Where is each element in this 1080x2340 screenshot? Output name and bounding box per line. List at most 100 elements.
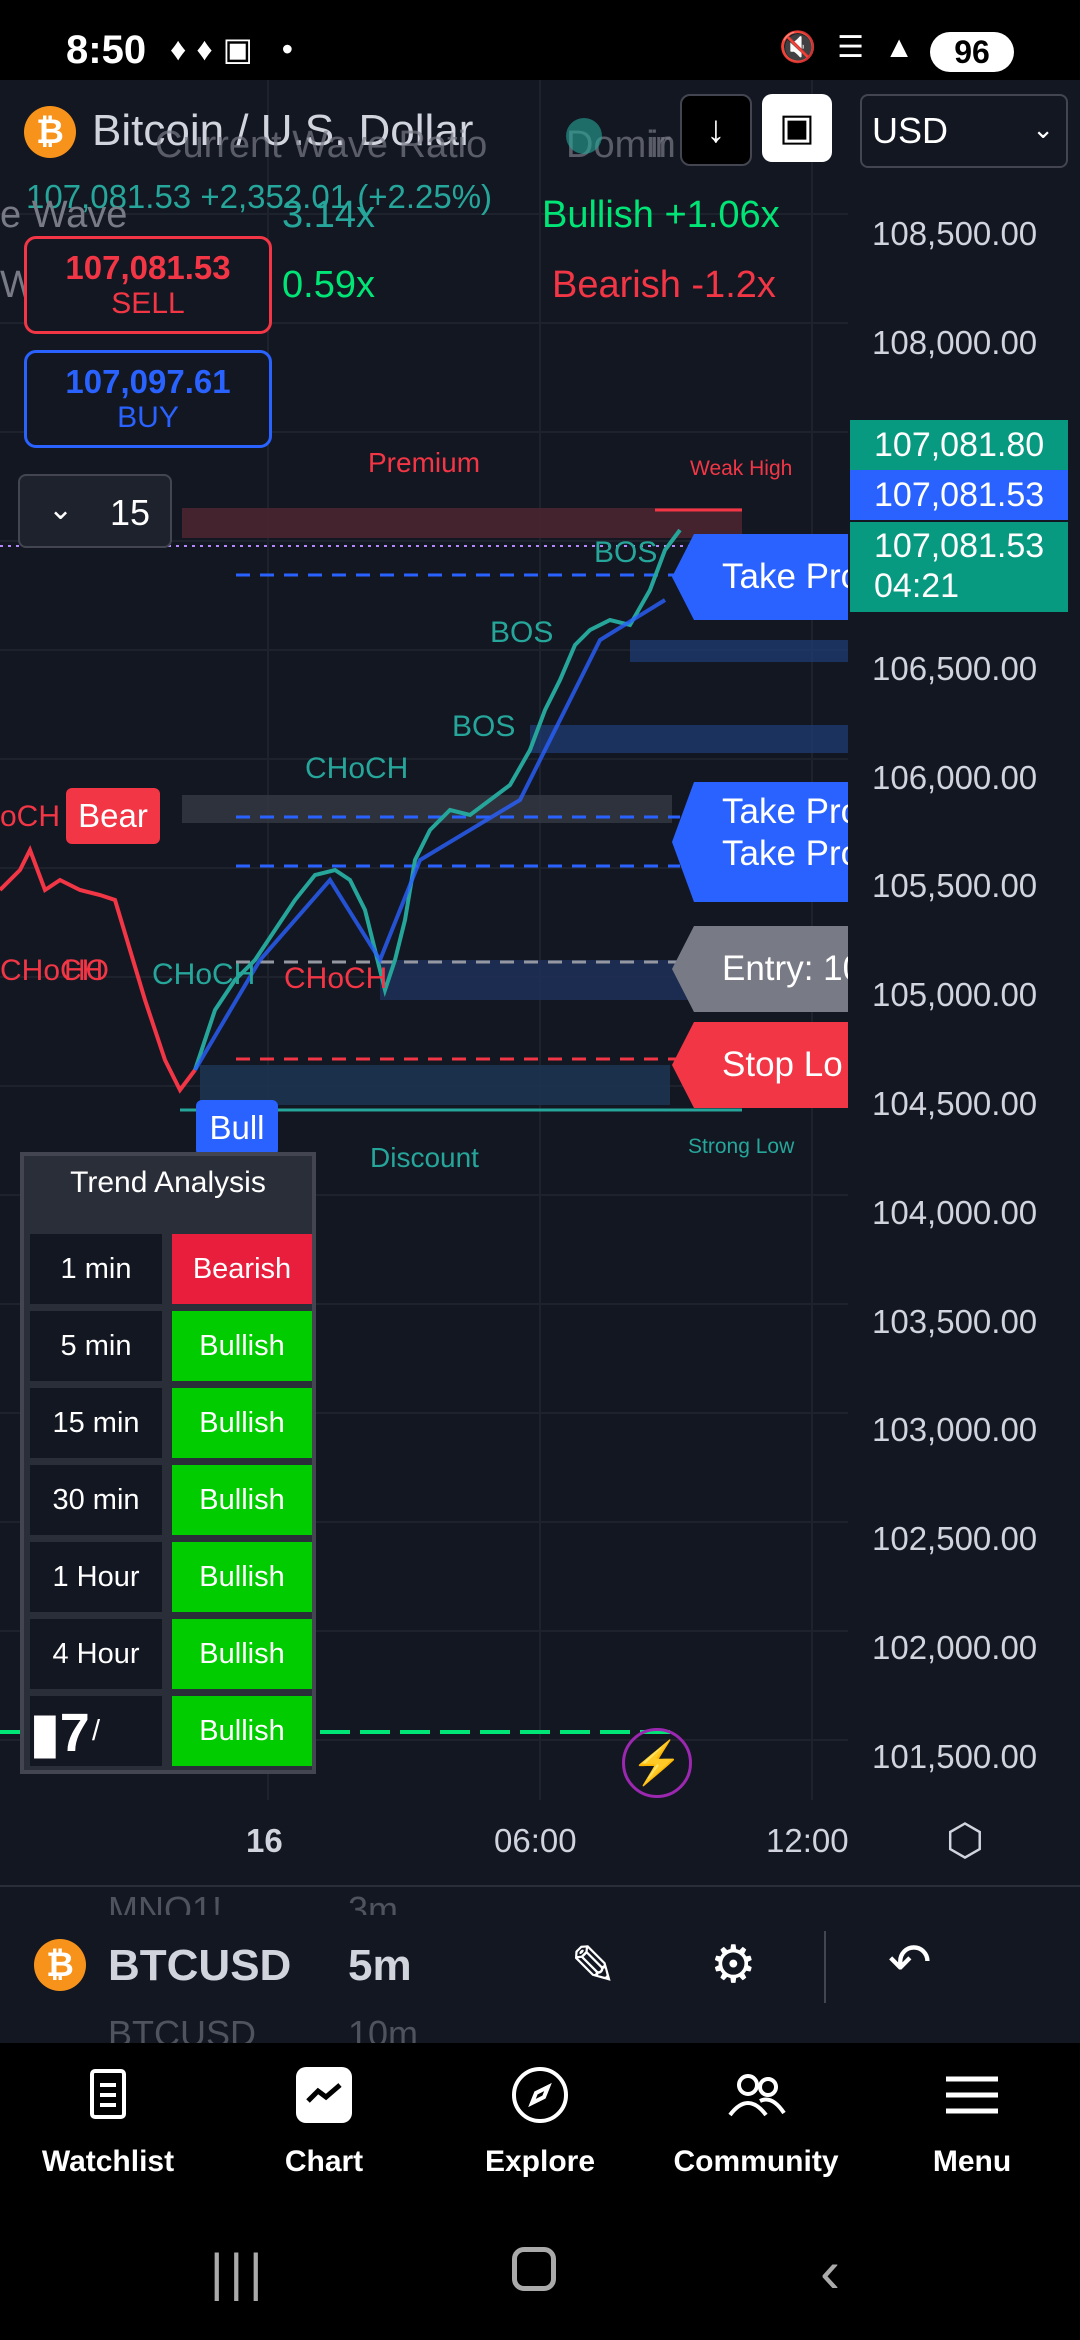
premium-label: Premium [368,447,481,478]
trend-timeframe: 30 min [30,1465,162,1535]
home-icon[interactable] [512,2247,556,2291]
price-axis-label: 106,000.00 [872,759,1038,796]
compass-icon [512,2067,568,2123]
interval-value: 15 [110,492,151,533]
order-block [530,725,848,753]
choch-label: CHoCH [284,962,388,995]
notification-icons: ♦♦▣ • [170,31,303,67]
trend-status: Bullish [172,1388,312,1458]
price-axis-label: 104,000.00 [872,1194,1038,1231]
trend-timeframe: 4 Hour [30,1619,162,1689]
system-navigation-bar: ||| ‹ [0,2213,1080,2340]
bitcoin-icon: ₿ [34,1939,86,1991]
time-axis-label: 12:00 [766,1822,848,1859]
wave-row1-label: e Wave [0,194,128,236]
system-icons: 🔇 ☰ ▲ [779,31,920,64]
sell-button[interactable]: 107,081.53 SELL [24,236,272,334]
price-axis-label: 105,000.00 [872,976,1038,1013]
take-profit-tag[interactable]: Take Pro [672,534,848,620]
indicators-sliders-icon[interactable]: ⚙ [710,1935,757,1995]
take-profit-label: Take Pro [722,557,848,596]
nav-label: Explore [484,2145,596,2178]
trend-status: Bearish [172,1234,312,1304]
trend-status: Bullish [172,1696,312,1766]
trend-status: Bullish [172,1619,312,1689]
wave-ratio-title: Current Wave Ratio [155,124,488,166]
discount-label: Discount [370,1142,479,1173]
price-axis-label: 103,500.00 [872,1303,1038,1340]
trend-row: 15 min Bullish [30,1388,312,1458]
ghost-interval: 3m [348,1889,399,1915]
download-button[interactable]: ↓ [680,94,752,166]
nav-chart[interactable]: Chart [216,2043,432,2213]
wave-row1-dominance: Bullish +1.06x [542,194,780,236]
symbol-selector[interactable]: BTCUSD [108,1941,291,1991]
market-open-indicator [566,118,602,154]
trend-status: Bullish [172,1465,312,1535]
trend-timeframe: 5 min [30,1311,162,1381]
drawing-pencil-icon[interactable]: ✎ [570,1933,617,1999]
trend-row: 4 Hour Bullish [30,1619,312,1689]
interval-selector[interactable]: 5m [348,1941,412,1991]
fullscreen-icon: ▣ [779,107,815,149]
nav-menu[interactable]: Menu [864,2043,1080,2213]
chart-icon [296,2067,352,2123]
price-axis-label: 102,500.00 [872,1520,1038,1557]
bos-label: BOS [490,616,554,649]
order-block [182,795,672,823]
price-countdown-tag: 107,081.53 04:21 [850,522,1068,612]
take-profit-tag[interactable]: Take Pro Take Pro [672,782,848,902]
entry-tag[interactable]: Entry: 10 [672,926,848,1012]
sell-price: 107,081.53 [65,249,231,286]
trend-row: 5 min Bullish [30,1311,312,1381]
back-icon[interactable]: ‹ [820,2237,840,2306]
stop-loss-label: Stop Lo [722,1045,843,1084]
wave-row2-value: 0.59x [282,264,375,306]
bear-label: Bear [66,788,160,844]
interval-stepper[interactable]: ⌄ 15 [18,474,172,548]
nav-community[interactable]: Community [648,2043,864,2213]
trend-status: Bullish [172,1542,312,1612]
price-axis-label: 103,000.00 [872,1411,1038,1448]
trend-timeframe: 1 min [30,1234,162,1304]
bos-label: BOS [594,536,658,569]
chevron-down-icon: ⌄ [48,493,74,526]
battery-badge: 96 [930,32,1014,72]
ghost-symbol: MNQ1! [108,1889,223,1915]
trend-row: 1 min Bearish [30,1234,312,1304]
trend-timeframe: 15 min [30,1388,162,1458]
nav-watchlist[interactable]: Watchlist [0,2043,216,2213]
lightning-icon[interactable]: ⚡ [622,1728,692,1798]
price-axis-label: 108,000.00 [872,324,1038,361]
nav-label: Menu [932,2145,1012,2178]
time-axis-label: 16 [246,1822,283,1859]
dominance-title-partial: ir [650,124,672,166]
countdown-time: 04:21 [874,567,960,605]
settings-hex-icon[interactable]: ⬡ [940,1816,990,1866]
entry-label: Entry: 10 [722,949,848,988]
choch-label: CHoCH [152,958,256,991]
recent-apps-icon[interactable]: ||| [210,2243,269,2303]
stop-loss-tag[interactable]: Stop Lo [672,1022,848,1108]
nav-explore[interactable]: Explore [432,2043,648,2213]
price-tag-blue: 107,081.53 [850,470,1068,520]
buy-label: BUY [117,401,179,434]
bitcoin-icon: ₿ [24,106,76,158]
trend-row: 30 min Bullish [30,1465,312,1535]
trend-analysis-title: Trend Analysis [70,1166,266,1199]
price-axis-label: 105,500.00 [872,867,1038,904]
take-profit-label: Take Pro [722,834,848,873]
bull-label: Bull [196,1100,278,1156]
nav-label: Watchlist [41,2145,175,2178]
weak-high-label: Weak High [690,457,793,480]
undo-icon[interactable]: ↶ [888,1933,932,1993]
choch-label: HO [64,954,109,987]
hamburger-menu-icon [946,2076,998,2114]
trend-status: Bullish [172,1311,312,1381]
bottom-navigation: Watchlist Chart Explore Community Menu [0,2043,1080,2213]
buy-button[interactable]: 107,097.61 BUY [24,350,272,448]
nav-label: Community [673,2145,839,2178]
nav-label: Chart [284,2145,364,2178]
arrow-down-icon: ↓ [706,109,726,151]
fullscreen-button[interactable]: ▣ [762,94,832,162]
